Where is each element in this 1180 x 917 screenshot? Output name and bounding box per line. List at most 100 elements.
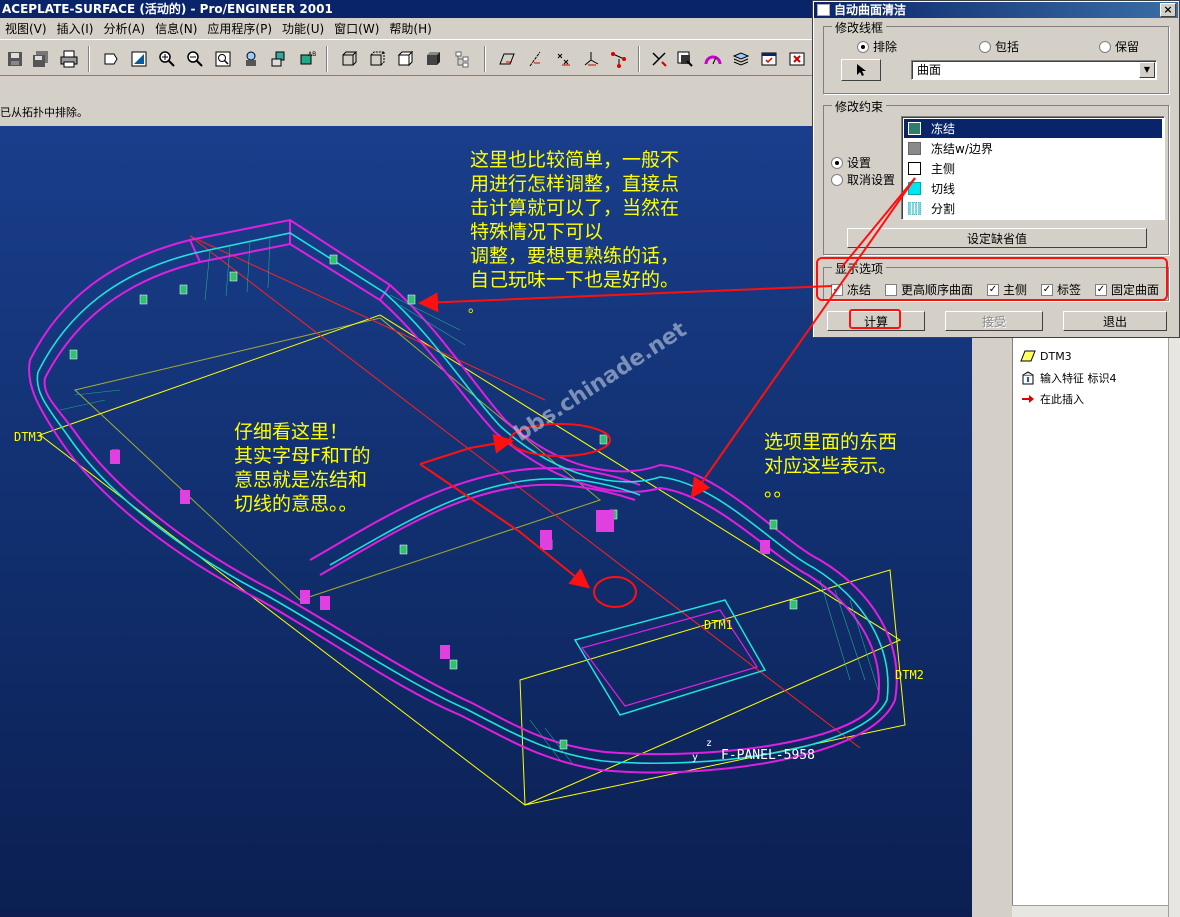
radio-label: 排除 [873, 40, 898, 54]
master-side-swatch-icon [908, 162, 921, 175]
csys-toggle-icon[interactable] [580, 48, 602, 70]
insert-here-arrow-icon [1020, 392, 1036, 406]
annotation-line: 其实字母F和T的 [234, 445, 371, 467]
tree-item-dtm3[interactable]: DTM3 [1020, 348, 1072, 364]
constraint-item-tangent[interactable]: 切线 [904, 179, 1162, 198]
close-window-icon[interactable] [786, 48, 808, 70]
split-swatch-icon [908, 202, 921, 215]
no-hidden-icon[interactable] [394, 48, 416, 70]
view-manager-icon[interactable] [268, 48, 290, 70]
save-icon[interactable] [4, 48, 26, 70]
annotation-line: 特殊情况下可以 [470, 221, 604, 243]
toolbar-separator [88, 46, 90, 72]
annotation-line: 。。 [764, 479, 793, 501]
group-label: 显示选项 [832, 260, 887, 277]
app-icon [817, 4, 830, 16]
tree-item-label: 输入特征 标识4 [1040, 372, 1117, 385]
analysis-gauge-icon[interactable] [702, 48, 724, 70]
feature-tool-icon[interactable] [648, 48, 670, 70]
compute-button[interactable]: 计算 [827, 311, 925, 331]
checkbox-freeze[interactable]: ✓ 冻结 [831, 281, 871, 298]
datum-point-toggle-icon[interactable] [552, 48, 574, 70]
accept-button[interactable]: 接受 [945, 311, 1043, 331]
close-button[interactable]: × [1160, 3, 1176, 17]
tree-item-import-feature[interactable]: 输入特征 标识4 [1020, 370, 1117, 386]
constraint-item-freeze-boundary[interactable]: 冻结w/边界 [904, 139, 1162, 158]
menu-info[interactable]: 信息(N) [150, 20, 202, 37]
spin-center-icon[interactable] [608, 48, 630, 70]
annotation-line: 切线的意思。。 [234, 493, 358, 515]
menu-bar: 视图(V) 插入(I) 分析(A) 信息(N) 应用程序(P) 功能(U) 窗口… [0, 18, 812, 40]
select-arrow-button[interactable] [841, 59, 881, 81]
checkbox-indicator: ✓ [831, 283, 843, 296]
annotation-dot: 。 [468, 300, 482, 316]
radio-label: 包括 [995, 40, 1020, 54]
chevron-down-icon: ▼ [1139, 62, 1155, 78]
checkbox-higher-order-surface[interactable]: 更高顺序曲面 [885, 281, 973, 298]
zoom-out-icon[interactable] [184, 48, 206, 70]
csys-label: F-PANEL-5958 [721, 748, 815, 763]
checkbox-indicator: ✓ [1041, 283, 1053, 296]
menu-help[interactable]: 帮助(H) [384, 20, 436, 37]
annotation-line: 意思就是冻结和 [234, 469, 368, 491]
checkbox-labels[interactable]: ✓ 标签 [1041, 281, 1081, 298]
menu-applications[interactable]: 应用程序(P) [202, 20, 277, 37]
save-copy-icon[interactable] [30, 48, 52, 70]
datum-plane-toggle-icon[interactable] [496, 48, 518, 70]
refit-icon[interactable] [212, 48, 234, 70]
shade-icon[interactable] [422, 48, 444, 70]
layer-icon[interactable]: AB [296, 48, 318, 70]
orient-icon[interactable] [128, 48, 150, 70]
checkbox-master-side[interactable]: ✓ 主侧 [987, 281, 1027, 298]
checkbox-fixed-surface[interactable]: ✓ 固定曲面 [1095, 281, 1159, 298]
csys-axis-z: z [706, 738, 713, 749]
freeze-swatch-icon [908, 122, 921, 135]
select-value: 曲面 [917, 63, 942, 77]
hidden-line-icon[interactable] [366, 48, 388, 70]
tree-vertical-scrollbar[interactable] [1168, 338, 1180, 917]
set-default-button[interactable]: 设定缺省值 [847, 228, 1147, 248]
tree-item-label: DTM3 [1040, 349, 1072, 363]
menu-utilities[interactable]: 功能(U) [277, 20, 329, 37]
model-tree-icon[interactable] [452, 48, 474, 70]
main-toolbar: AB [0, 42, 812, 76]
exit-button[interactable]: 退出 [1063, 311, 1167, 331]
radio-unset[interactable]: 取消设置 [831, 171, 895, 188]
dialog-title-bar[interactable]: 自动曲面清洁 × [814, 2, 1178, 18]
layers-stack-icon[interactable] [730, 48, 752, 70]
menu-view[interactable]: 视图(V) [0, 20, 52, 37]
tree-horizontal-scrollbar[interactable] [1012, 905, 1168, 917]
select-filter-icon[interactable] [674, 48, 696, 70]
checkbox-indicator: ✓ [1095, 283, 1107, 296]
radio-indicator [831, 156, 843, 169]
zoom-in-icon[interactable] [156, 48, 178, 70]
radio-label: 保留 [1115, 40, 1140, 54]
repaint-icon[interactable] [100, 48, 122, 70]
wireframe-icon[interactable] [338, 48, 360, 70]
menu-analysis[interactable]: 分析(A) [98, 20, 150, 37]
menu-insert[interactable]: 插入(I) [52, 20, 99, 37]
radio-set[interactable]: 设置 [831, 154, 871, 171]
surface-type-select[interactable]: 曲面 ▼ [911, 60, 1157, 80]
center-raised-panel [573, 599, 767, 716]
annotation-compute-tip: 这里也比较简单，一般不 用进行怎样调整，直接点 击计算就可以了，当然在 特殊情况… [470, 148, 679, 292]
menu-window[interactable]: 窗口(W) [329, 20, 384, 37]
radio-include[interactable]: 包括 [979, 38, 1019, 55]
annotation-ft-explain: 仔细看这里！ 其实字母F和T的 意思就是冻结和 切线的意思。。 [234, 420, 371, 516]
window-check-icon[interactable] [758, 48, 780, 70]
datum-label-dtm2: DTM2 [895, 668, 924, 682]
tree-item-insert-here[interactable]: 在此插入 [1020, 391, 1084, 407]
spin-icon[interactable] [240, 48, 262, 70]
radio-label: 设置 [847, 156, 872, 170]
datum-axis-toggle-icon[interactable] [524, 48, 546, 70]
radio-indicator [979, 40, 991, 53]
datum-label-dtm1: DTM1 [704, 618, 733, 632]
constraint-item-master-side[interactable]: 主侧 [904, 159, 1162, 178]
constraint-item-split[interactable]: 分割 [904, 199, 1162, 218]
print-icon[interactable] [58, 48, 80, 70]
radio-exclude[interactable]: 排除 [857, 38, 897, 55]
radio-keep[interactable]: 保留 [1099, 38, 1139, 55]
constraint-item-freeze[interactable]: 冻结 [904, 119, 1162, 138]
constraint-list[interactable]: 冻结 冻结w/边界 主侧 切线 分割 [901, 116, 1165, 220]
list-item-label: 切线 [931, 182, 956, 196]
